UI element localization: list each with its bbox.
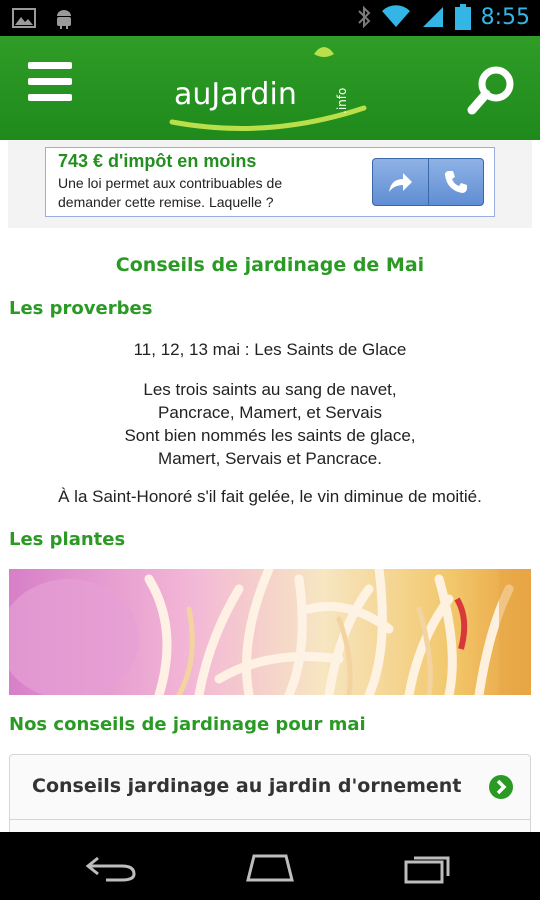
- navigation-bar: [0, 832, 540, 900]
- ad-actions: [372, 158, 484, 206]
- proverb-saints-de-glace: 11, 12, 13 mai : Les Saints de Glace: [133, 340, 407, 359]
- page-content: 743 € d'impôt en moins Une loi permet au…: [0, 140, 540, 832]
- poem-line: Les trois saints au sang de navet,: [143, 380, 397, 399]
- share-arrow-icon[interactable]: [373, 159, 428, 205]
- home-icon[interactable]: [240, 850, 300, 884]
- clock: 8:55: [480, 4, 530, 30]
- image-notification-icon: [12, 8, 36, 28]
- phone-icon[interactable]: [427, 159, 483, 205]
- card-label: Conseils jardinage au jardin d'ornement: [32, 775, 462, 797]
- recent-apps-icon[interactable]: [400, 850, 460, 884]
- poem-line: Mamert, Servais et Pancrace.: [158, 449, 382, 468]
- app-bar: auJardin .info: [0, 36, 540, 140]
- android-notification-icon: [57, 10, 71, 29]
- status-bar: 8:55: [0, 0, 540, 36]
- section-proverbes-heading: Les proverbes: [9, 298, 153, 319]
- ad-title[interactable]: 743 € d'impôt en moins: [58, 151, 256, 172]
- aujardin-logo: auJardin .info: [169, 47, 367, 131]
- page-title: Conseils de jardinage de Mai: [115, 254, 425, 276]
- proverb-saint-honore: À la Saint-Honoré s'il fait gelée, le vi…: [58, 487, 482, 506]
- search-icon[interactable]: [466, 64, 518, 116]
- signal-icon: [422, 7, 443, 27]
- logo-suffix: .info: [335, 88, 349, 114]
- section-conseils-heading: Nos conseils de jardinage pour mai: [9, 714, 366, 735]
- ad-box[interactable]: 743 € d'impôt en moins Une loi permet au…: [45, 147, 495, 217]
- ad-text: Une loi permet aux contribuables de dema…: [58, 175, 283, 210]
- chevron-right-icon: [489, 775, 513, 799]
- menu-icon[interactable]: [28, 62, 72, 112]
- back-icon[interactable]: [82, 850, 142, 884]
- battery-icon: [454, 4, 471, 30]
- peony-flower-image: [9, 569, 531, 695]
- bluetooth-icon: [357, 5, 371, 29]
- section-plantes-heading: Les plantes: [9, 529, 126, 550]
- wifi-icon: [381, 5, 410, 27]
- conseils-ornement-card[interactable]: Conseils jardinage au jardin d'ornement: [9, 754, 531, 832]
- proverb-poem: Les trois saints au sang de navet, Pancr…: [0, 378, 540, 470]
- poem-line: Sont bien nommés les saints de glace,: [124, 426, 416, 445]
- poem-line: Pancrace, Mamert, et Servais: [158, 403, 382, 422]
- card-divider: [10, 819, 530, 820]
- ad-banner: 743 € d'impôt en moins Une loi permet au…: [8, 140, 532, 228]
- logo-text: auJardin: [174, 77, 297, 112]
